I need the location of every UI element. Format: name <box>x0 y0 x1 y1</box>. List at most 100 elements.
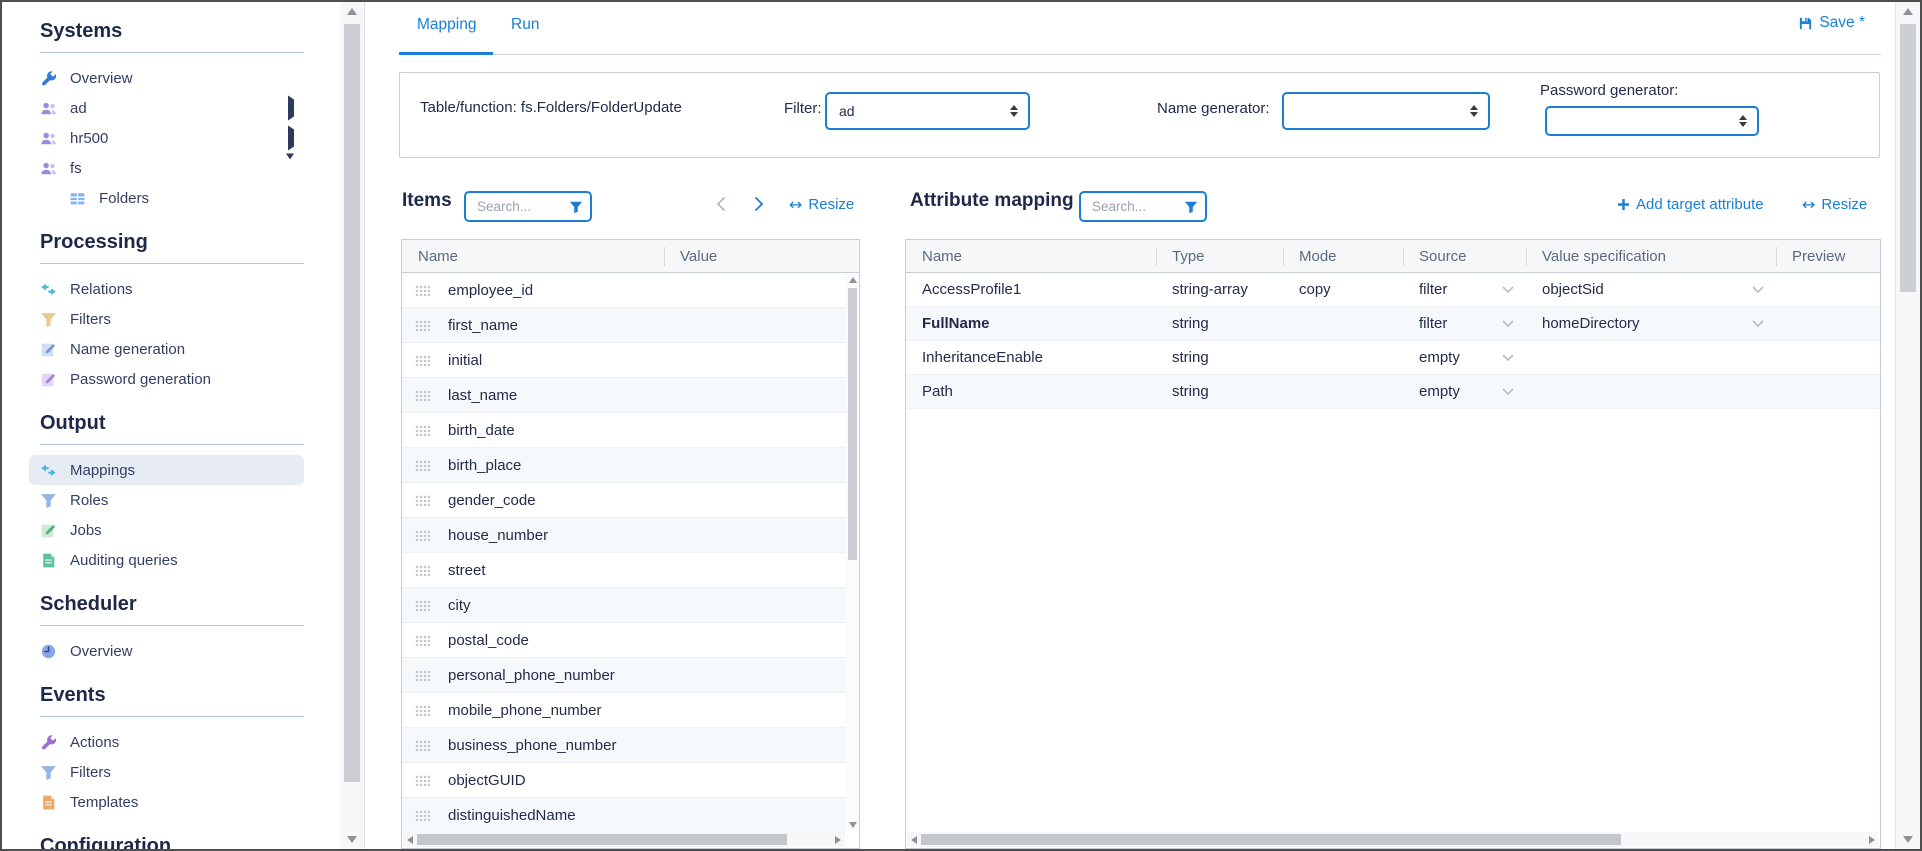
scrollbar-thumb[interactable] <box>344 24 360 782</box>
drag-handle-icon[interactable] <box>415 355 430 366</box>
mapping-row[interactable]: AccessProfile1 string-array copy filter … <box>906 273 1880 307</box>
sidebar-scrollbar[interactable] <box>340 2 365 849</box>
mapping-row[interactable]: Path string empty <box>906 375 1880 409</box>
sidebar-item-actions[interactable]: Actions <box>29 727 304 757</box>
items-search-input[interactable] <box>475 198 567 215</box>
drag-handle-icon[interactable] <box>415 285 430 296</box>
drag-handle-icon[interactable] <box>415 425 430 436</box>
window-scrollbar[interactable] <box>1895 2 1920 849</box>
items-row[interactable]: personal_phone_number <box>402 658 846 693</box>
items-row[interactable]: initial <box>402 343 846 378</box>
mapping-search-box[interactable] <box>1079 191 1207 222</box>
sidebar-item-ad[interactable]: ad <box>29 93 304 123</box>
items-row[interactable]: first_name <box>402 308 846 343</box>
sidebar-item-templates[interactable]: Templates <box>29 787 304 817</box>
scrollbar-thumb[interactable] <box>1900 24 1916 292</box>
sidebar-item-events-filters[interactable]: Filters <box>29 757 304 787</box>
items-next-button[interactable] <box>754 196 765 212</box>
sidebar-item-password-generation[interactable]: Password generation <box>29 364 304 394</box>
drag-handle-icon[interactable] <box>415 495 430 506</box>
mapping-row[interactable]: InheritanceEnable string empty <box>906 341 1880 375</box>
sidebar-item-roles[interactable]: Roles <box>29 485 304 515</box>
items-row[interactable]: city <box>402 588 846 623</box>
items-row[interactable]: business_phone_number <box>402 728 846 763</box>
mapping-horizontal-scrollbar[interactable] <box>907 832 1879 847</box>
items-row[interactable]: gender_code <box>402 483 846 518</box>
value-spec-dropdown-icon[interactable] <box>1752 320 1764 328</box>
sidebar-item-scheduler-overview[interactable]: Overview <box>29 636 304 666</box>
sidebar-item-name-generation[interactable]: Name generation <box>29 334 304 364</box>
sidebar-item-fs[interactable]: fs <box>29 153 304 183</box>
items-row[interactable]: distinguishedName <box>402 798 846 832</box>
scroll-down-icon[interactable] <box>849 822 857 828</box>
sidebar-item-auditing-queries[interactable]: Auditing queries <box>29 545 304 575</box>
scroll-up-icon[interactable] <box>849 277 857 283</box>
items-row[interactable]: birth_date <box>402 413 846 448</box>
drag-handle-icon[interactable] <box>415 530 430 541</box>
scroll-down-icon[interactable] <box>1903 836 1913 843</box>
name-generator-select[interactable] <box>1282 92 1490 130</box>
scrollbar-thumb[interactable] <box>417 834 787 845</box>
scroll-left-icon[interactable] <box>407 836 413 844</box>
items-horizontal-scrollbar[interactable] <box>403 832 845 847</box>
chevron-right-icon[interactable] <box>288 130 294 147</box>
scroll-down-icon[interactable] <box>347 836 357 843</box>
mapping-row[interactable]: FullName string filter homeDirectory <box>906 307 1880 341</box>
value-spec-dropdown-icon[interactable] <box>1752 286 1764 294</box>
tab-run[interactable]: Run <box>511 16 539 34</box>
items-row[interactable]: last_name <box>402 378 846 413</box>
drag-handle-icon[interactable] <box>415 670 430 681</box>
drag-handle-icon[interactable] <box>415 600 430 611</box>
scrollbar-thumb[interactable] <box>848 288 857 560</box>
mapping-search-input[interactable] <box>1090 198 1182 215</box>
source-dropdown-icon[interactable] <box>1502 388 1514 396</box>
items-prev-button[interactable] <box>715 196 726 212</box>
chevron-down-icon[interactable] <box>286 160 294 177</box>
source-dropdown-icon[interactable] <box>1502 354 1514 362</box>
chevron-right-icon[interactable] <box>288 100 294 117</box>
scroll-right-icon[interactable] <box>835 836 841 844</box>
scrollbar-thumb[interactable] <box>921 834 1621 845</box>
scroll-right-icon[interactable] <box>1869 836 1875 844</box>
drag-handle-icon[interactable] <box>415 460 430 471</box>
sidebar-item-mappings[interactable]: Mappings <box>29 455 304 485</box>
items-row[interactable]: mobile_phone_number <box>402 693 846 728</box>
drag-handle-icon[interactable] <box>415 320 430 331</box>
save-button[interactable]: Save * <box>1798 14 1865 32</box>
drag-handle-icon[interactable] <box>415 705 430 716</box>
item-name: street <box>448 562 486 579</box>
items-row[interactable]: birth_place <box>402 448 846 483</box>
drag-handle-icon[interactable] <box>415 810 430 821</box>
filter-select[interactable]: ad <box>825 92 1030 130</box>
drag-handle-icon[interactable] <box>415 635 430 646</box>
items-row[interactable]: house_number <box>402 518 846 553</box>
items-row[interactable]: postal_code <box>402 623 846 658</box>
drag-handle-icon[interactable] <box>415 775 430 786</box>
items-row[interactable]: street <box>402 553 846 588</box>
tab-mapping[interactable]: Mapping <box>417 16 476 34</box>
drag-handle-icon[interactable] <box>415 390 430 401</box>
items-row[interactable]: employee_id <box>402 273 846 308</box>
sidebar-item-processing-filters[interactable]: Filters <box>29 304 304 334</box>
source-dropdown-icon[interactable] <box>1502 320 1514 328</box>
sidebar-item-hr500[interactable]: hr500 <box>29 123 304 153</box>
source-dropdown-icon[interactable] <box>1502 286 1514 294</box>
items-row[interactable]: objectGUID <box>402 763 846 798</box>
scroll-up-icon[interactable] <box>1903 8 1913 15</box>
drag-handle-icon[interactable] <box>415 740 430 751</box>
sidebar-item-relations[interactable]: Relations <box>29 274 304 304</box>
scroll-left-icon[interactable] <box>911 836 917 844</box>
password-generator-select[interactable] <box>1545 106 1759 136</box>
add-target-attribute-button[interactable]: Add target attribute <box>1617 196 1764 213</box>
drag-handle-icon[interactable] <box>415 565 430 576</box>
sidebar-item-folders[interactable]: Folders <box>58 183 304 213</box>
filter-funnel-icon[interactable] <box>1184 200 1198 214</box>
sidebar-item-systems-overview[interactable]: Overview <box>29 63 304 93</box>
items-resize-button[interactable]: ↔ Resize <box>789 196 854 213</box>
sidebar-item-jobs[interactable]: Jobs <box>29 515 304 545</box>
items-search-box[interactable] <box>464 191 592 222</box>
items-vertical-scrollbar[interactable] <box>846 274 859 831</box>
mapping-resize-button[interactable]: ↔ Resize <box>1802 196 1867 213</box>
filter-funnel-icon[interactable] <box>569 200 583 214</box>
scroll-up-icon[interactable] <box>347 8 357 15</box>
